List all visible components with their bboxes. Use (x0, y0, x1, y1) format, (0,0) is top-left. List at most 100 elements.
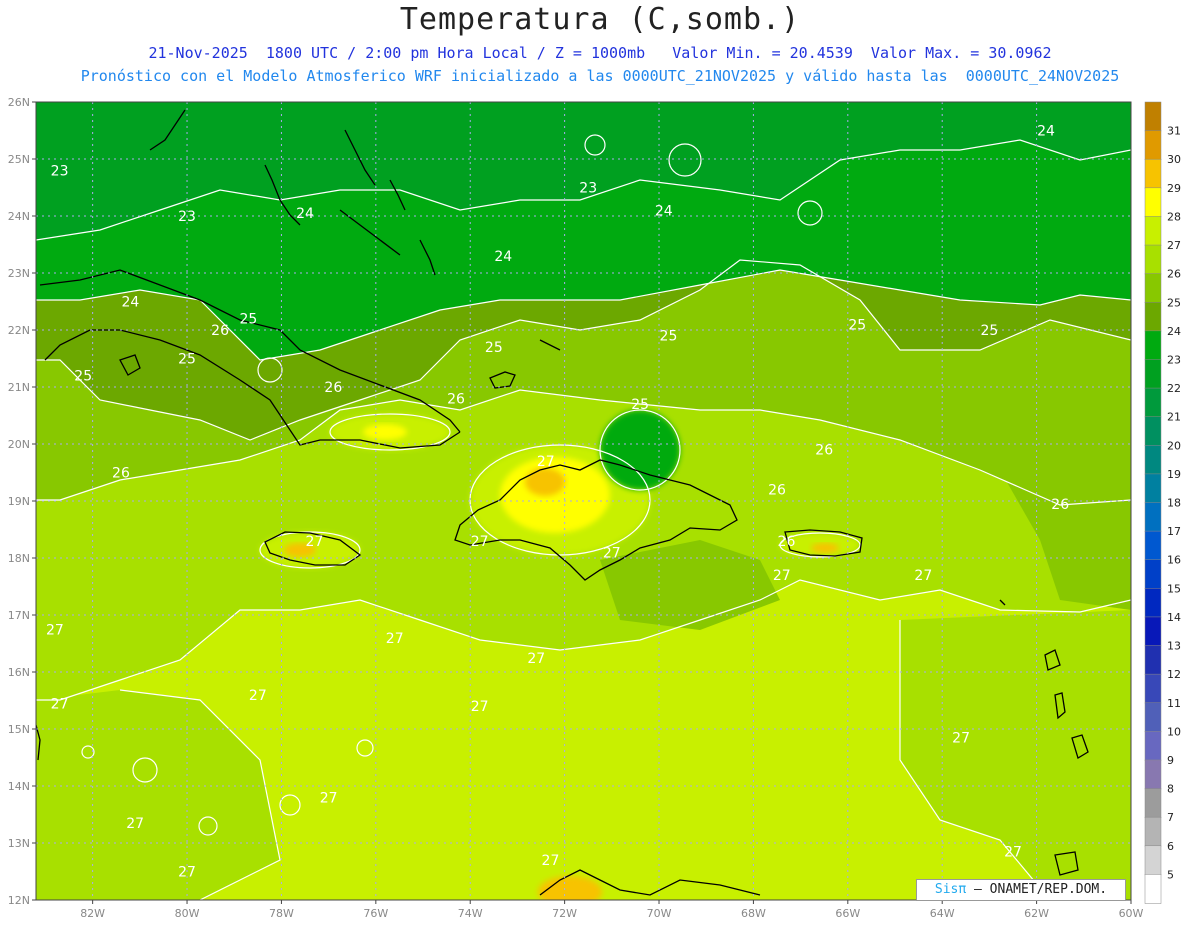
contour-label-29: 27 (914, 568, 932, 584)
colorbar-tick-18: 18 (1167, 497, 1181, 510)
colorbar-swatch-26 (1144, 845, 1162, 876)
label-lat-15N: 15N (8, 723, 30, 736)
contour-label-4: 23 (579, 181, 597, 197)
contour-label-24: 27 (306, 534, 324, 550)
warm-puerto-rico-core (811, 543, 839, 553)
contour-label-13: 25 (485, 340, 503, 356)
label-lat-26N: 26N (8, 96, 30, 109)
colorbar-swatch-1 (1144, 130, 1162, 160)
colorbar-tick-16: 16 (1167, 554, 1181, 567)
colorbar-swatch-19 (1144, 645, 1162, 675)
contour-label-1: 23 (178, 209, 196, 225)
colorbar-swatch-14 (1144, 502, 1162, 532)
colorbar-swatch-6 (1144, 273, 1162, 303)
colorbar-tick-11: 11 (1167, 697, 1181, 710)
label-lon-74W: 74W (458, 907, 483, 920)
colorbar-swatch-13 (1144, 473, 1162, 504)
colorbar-tick-15: 15 (1167, 582, 1181, 595)
colorbar-tick-20: 20 (1167, 439, 1181, 452)
colorbar-swatch-21 (1144, 702, 1162, 733)
contour-label-36: 27 (952, 731, 970, 747)
credit-text: – ONAMET/REP.DOM. (966, 882, 1108, 897)
label-lon-62W: 62W (1024, 907, 1049, 920)
colorbar-swatch-18 (1144, 616, 1162, 647)
colorbar-tick-17: 17 (1167, 525, 1181, 538)
colorbar-tick-14: 14 (1167, 611, 1181, 624)
label-lon-82W: 82W (80, 907, 105, 920)
colorbar-tick-9: 9 (1167, 754, 1174, 767)
label-lon-66W: 66W (835, 907, 860, 920)
label-lat-18N: 18N (8, 552, 30, 565)
label-lat-22N: 22N (8, 324, 30, 337)
contour-label-27: 26 (778, 534, 796, 550)
contour-label-41: 27 (542, 853, 560, 869)
contour-label-2: 24 (296, 206, 314, 222)
colorbar-tick-10: 10 (1167, 725, 1181, 738)
label-lat-21N: 21N (8, 381, 30, 394)
contour-label-35: 27 (471, 699, 489, 715)
contour-label-20: 26 (112, 466, 130, 482)
contour-label-21: 27 (537, 454, 555, 470)
colorbar-swatch-27 (1144, 874, 1162, 904)
colorbar-tick-13: 13 (1167, 640, 1181, 653)
colorbar-tick-19: 19 (1167, 468, 1181, 481)
colorbar-tick-8: 8 (1167, 783, 1174, 796)
colorbar-tick-22: 22 (1167, 382, 1181, 395)
contour-label-9: 26 (211, 323, 229, 339)
label-lon-70W: 70W (647, 907, 672, 920)
colorbar-tick-27: 27 (1167, 239, 1181, 252)
colorbar-swatch-8 (1144, 330, 1162, 361)
contour-label-15: 25 (848, 317, 866, 333)
temperature-field: 23 23 24 24 23 24 24 24 25 26 25 25 26 25 25 25 25 26 25 26… (36, 102, 1131, 900)
label-lon-76W: 76W (363, 907, 388, 920)
contour-label-31: 27 (386, 631, 404, 647)
colorbar-tick-29: 29 (1167, 182, 1181, 195)
contour-label-39: 27 (1004, 845, 1022, 861)
contour-label-5: 24 (655, 203, 673, 219)
contour-label-18: 25 (631, 397, 649, 413)
label-lat-20N: 20N (8, 438, 30, 451)
colorbar-swatch-4 (1144, 216, 1162, 246)
warm-hispaniola-28 (500, 457, 610, 533)
contour-label-17: 26 (447, 391, 465, 407)
colorbar-swatch-7 (1144, 302, 1162, 332)
label-lon-60W: 60W (1119, 907, 1144, 920)
contour-label-23: 26 (1051, 497, 1069, 513)
label-lon-68W: 68W (741, 907, 766, 920)
label-lat-23N: 23N (8, 267, 30, 280)
contour-label-40: 27 (178, 865, 196, 881)
contour-label-28: 27 (773, 568, 791, 584)
credit-brand: Sisπ (934, 882, 967, 897)
label-lon-72W: 72W (552, 907, 577, 920)
contour-label-30: 27 (46, 622, 64, 638)
colorbar-swatch-3 (1144, 187, 1162, 218)
contour-label-22: 26 (768, 483, 786, 499)
colorbar-swatch-11 (1144, 416, 1162, 447)
label-lon-64W: 64W (930, 907, 955, 920)
longitude-axis: 82W 80W 78W 76W 74W 72W 70W 68W 66W 64W 62W 60W (80, 900, 1144, 920)
colorbar-swatch-10 (1144, 387, 1162, 418)
label-lat-24N: 24N (8, 210, 30, 223)
colorbar-tick-7: 7 (1167, 811, 1174, 824)
label-lat-12N: 12N (8, 894, 30, 907)
contour-label-33: 27 (51, 696, 69, 712)
contour-label-10: 25 (178, 352, 196, 368)
contour-label-19: 26 (815, 443, 833, 459)
credit-box: Sisπ – ONAMET/REP.DOM. (916, 879, 1126, 901)
contour-label-3: 24 (494, 249, 512, 265)
colorbar-swatch-15 (1144, 530, 1162, 561)
colorbar-tick-21: 21 (1167, 411, 1181, 424)
label-lon-78W: 78W (269, 907, 294, 920)
contour-label-11: 25 (74, 369, 92, 385)
contour-label-16: 25 (980, 323, 998, 339)
colorbar-swatch-16 (1144, 559, 1162, 590)
contour-label-32: 27 (527, 651, 545, 667)
label-lat-19N: 19N (8, 495, 30, 508)
colorbar-swatch-2 (1144, 158, 1162, 189)
colorbar-tick-23: 23 (1167, 353, 1181, 366)
colorbar-tick-24: 24 (1167, 325, 1181, 338)
colorbar-tick-31: 31 (1167, 125, 1181, 138)
colorbar-tick-26: 26 (1167, 268, 1181, 281)
contour-label-12: 26 (324, 380, 342, 396)
warm-cuba-core (363, 424, 407, 440)
